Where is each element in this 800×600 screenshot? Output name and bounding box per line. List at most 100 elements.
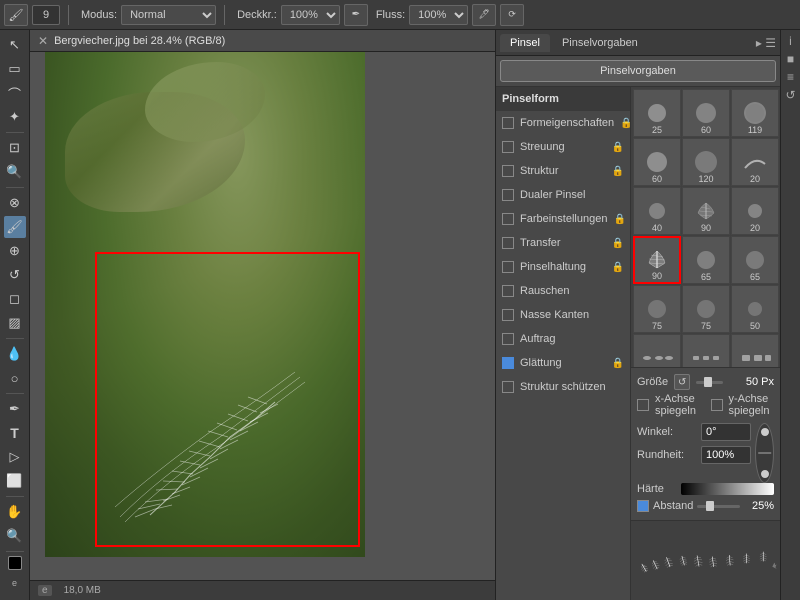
- layers-panel-btn[interactable]: ≡: [784, 70, 798, 84]
- prop-dualer-pinsel[interactable]: Dualer Pinsel: [496, 183, 630, 207]
- brush-size-input[interactable]: [32, 5, 60, 25]
- text-tool[interactable]: T: [4, 422, 26, 444]
- size-reset-button[interactable]: ↺: [674, 374, 690, 390]
- modus-select[interactable]: Normal Multiplizieren Überlagern: [121, 5, 216, 25]
- cb-auftrag[interactable]: [502, 333, 514, 345]
- brush-cell-11[interactable]: 90: [682, 187, 730, 235]
- clone-icon[interactable]: ⟳: [500, 4, 524, 26]
- brush-cell-10[interactable]: 40: [633, 187, 681, 235]
- path-select-tool[interactable]: ▷: [4, 446, 26, 468]
- cb-dualer-pinsel[interactable]: [502, 189, 514, 201]
- cb-abstand[interactable]: [637, 500, 649, 512]
- airbrush-icon[interactable]: ✒: [344, 4, 368, 26]
- rundheit-input[interactable]: [701, 446, 751, 464]
- brush-cell-17[interactable]: 65: [731, 236, 779, 284]
- brush-cell-22[interactable]: 50: [731, 285, 779, 333]
- brush-cell-21[interactable]: 75: [682, 285, 730, 333]
- blur-tool[interactable]: 💧: [4, 343, 26, 365]
- cb-rauschen[interactable]: [502, 285, 514, 297]
- history-brush-tool[interactable]: ↺: [4, 264, 26, 286]
- winkel-input[interactable]: [701, 423, 751, 441]
- brush-cell-27[interactable]: 85: [731, 334, 779, 367]
- left-tool-panel: ↖ ▭ ⌒ ✦ ⊡ 🔍 ⊗ 🖌 ⊕ ↺ ◻ ▨ 💧 ○ ✒ T ▷ ⬜ ✋ 🔍 …: [0, 30, 30, 600]
- spot-heal-tool[interactable]: ⊗: [4, 192, 26, 214]
- prop-farbeinstellungen[interactable]: Farbeinstellungen 🔒: [496, 207, 630, 231]
- brush-cell-2[interactable]: 119: [731, 89, 779, 137]
- brush-cell-25[interactable]: 20: [633, 334, 681, 367]
- prop-struktur-schuetzen[interactable]: Struktur schützen: [496, 375, 630, 399]
- cb-struktur[interactable]: [502, 165, 514, 177]
- abstand-slider-thumb[interactable]: [706, 501, 714, 511]
- color-panel-btn[interactable]: ■: [784, 52, 798, 66]
- clone-stamp-tool[interactable]: ⊕: [4, 240, 26, 262]
- cb-transfer[interactable]: [502, 237, 514, 249]
- prop-glaettung[interactable]: Glättung 🔒: [496, 351, 630, 375]
- pinselvorgaben-button[interactable]: Pinselvorgaben: [500, 60, 776, 82]
- prop-auftrag[interactable]: Auftrag: [496, 327, 630, 351]
- prop-transfer[interactable]: Transfer 🔒: [496, 231, 630, 255]
- cb-formeigenschaften[interactable]: [502, 117, 514, 129]
- move-tool[interactable]: ↖: [4, 34, 26, 56]
- prop-pinselform[interactable]: Pinselform: [496, 87, 630, 111]
- cb-glaettung[interactable]: [502, 357, 514, 369]
- brush-cell-16[interactable]: 65: [682, 236, 730, 284]
- cb-y-achse[interactable]: [711, 399, 723, 411]
- crop-tool[interactable]: ⊡: [4, 137, 26, 159]
- marquee-tool[interactable]: ▭: [4, 58, 26, 80]
- brush-cell-7[interactable]: 20: [731, 138, 779, 186]
- brush-cell-15[interactable]: 90: [633, 236, 681, 284]
- abstand-slider[interactable]: [697, 505, 740, 508]
- stylus-icon[interactable]: 🖊: [472, 4, 496, 26]
- wand-tool[interactable]: ✦: [4, 106, 26, 128]
- shape-tool[interactable]: ⬜: [4, 470, 26, 492]
- cb-farbeinstellungen[interactable]: [502, 213, 514, 225]
- prop-formeigenschaften[interactable]: Formeigenschaften 🔒: [496, 111, 630, 135]
- brush-cell-0[interactable]: 25: [633, 89, 681, 137]
- haerte-label: Härte: [637, 483, 677, 495]
- size-label: Größe: [637, 376, 668, 388]
- cb-struktur-schuetzen[interactable]: [502, 381, 514, 393]
- history-brush-icon[interactable]: 🖌: [4, 4, 28, 26]
- tab-pinselvorgaben[interactable]: Pinselvorgaben: [552, 34, 648, 52]
- info-panel-btn[interactable]: i: [784, 34, 798, 48]
- dodge-tool[interactable]: ○: [4, 367, 26, 389]
- far-right-panel: i ■ ≡ ↺: [780, 30, 800, 600]
- size-slider-thumb[interactable]: [704, 377, 712, 387]
- zoom-tool[interactable]: 🔍: [4, 525, 26, 547]
- prop-pinselform-label: Pinselform: [502, 93, 559, 105]
- prop-rauschen[interactable]: Rauschen: [496, 279, 630, 303]
- tab-close-btn[interactable]: ✕: [38, 34, 48, 48]
- pen-tool[interactable]: ✒: [4, 398, 26, 420]
- brush-cell-12[interactable]: 20: [731, 187, 779, 235]
- brush-tool[interactable]: 🖌: [4, 216, 26, 238]
- gradient-tool[interactable]: ▨: [4, 312, 26, 334]
- brush-cell-5[interactable]: 60: [633, 138, 681, 186]
- prop-nasse-kanten[interactable]: Nasse Kanten: [496, 303, 630, 327]
- prop-struktur[interactable]: Struktur 🔒: [496, 159, 630, 183]
- lasso-tool[interactable]: ⌒: [4, 82, 26, 104]
- prop-pinselhaltung[interactable]: Pinselhaltung 🔒: [496, 255, 630, 279]
- foreground-color[interactable]: [8, 556, 22, 570]
- hand-tool[interactable]: ✋: [4, 501, 26, 523]
- prop-streuung[interactable]: Streuung 🔒: [496, 135, 630, 159]
- history-panel-btn[interactable]: ↺: [784, 88, 798, 102]
- tab-pinsel[interactable]: Pinsel: [500, 34, 550, 52]
- angle-wheel[interactable]: [755, 423, 774, 483]
- cb-pinselhaltung[interactable]: [502, 261, 514, 273]
- eraser-tool[interactable]: ◻: [4, 288, 26, 310]
- cb-streuung[interactable]: [502, 141, 514, 153]
- deckkraft-select[interactable]: 100% 75% 50%: [281, 5, 340, 25]
- haerte-slider[interactable]: [681, 483, 774, 495]
- lock-glaettung: 🔒: [612, 358, 624, 369]
- fluss-select[interactable]: 100% 75%: [409, 5, 468, 25]
- brush-cell-20[interactable]: 75: [633, 285, 681, 333]
- cb-nasse-kanten[interactable]: [502, 309, 514, 321]
- eyedropper-tool[interactable]: 🔍: [4, 161, 26, 183]
- panel-options-arrow[interactable]: ▸ ☰: [756, 36, 776, 50]
- canvas-content[interactable]: [30, 52, 495, 580]
- brush-cell-6[interactable]: 120: [682, 138, 730, 186]
- brush-cell-1[interactable]: 60: [682, 89, 730, 137]
- brush-cell-26[interactable]: 25: [682, 334, 730, 367]
- cb-x-achse[interactable]: [637, 399, 649, 411]
- size-slider[interactable]: [696, 381, 723, 384]
